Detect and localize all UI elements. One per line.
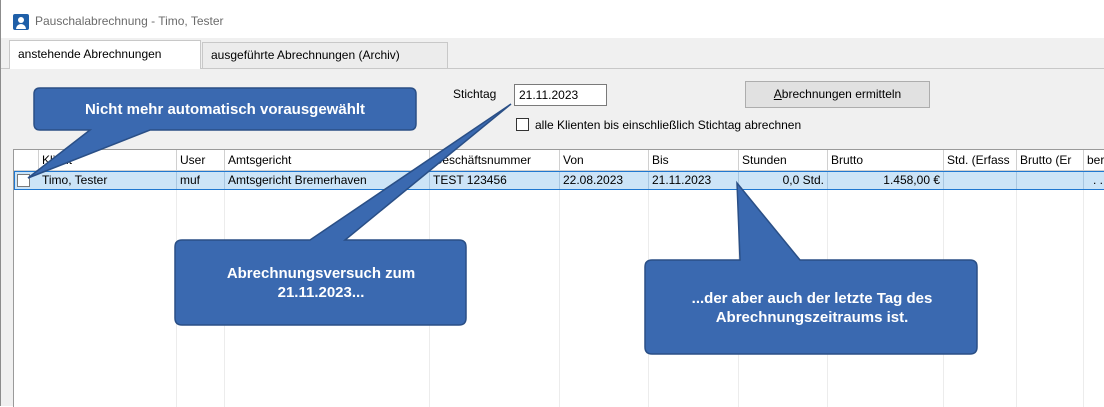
stichtag-input[interactable] [514,84,607,106]
cell-amtsgericht: Amtsgericht Bremerhaven [225,172,430,189]
col-von[interactable]: Von [560,150,649,170]
grid-line [224,190,225,407]
col-brutto-erfasst[interactable]: Brutto (Er [1017,150,1084,170]
grid-line [176,190,177,407]
cell-brutto-erfasst [1017,172,1084,189]
billing-table: Klient User Amtsgericht Geschäftsnummer … [13,149,1104,407]
calc-button-mnemonic: A [773,87,782,101]
stichtag-label: Stichtag [453,87,497,101]
cell-klient: Timo, Tester [39,172,177,189]
app-window: Pauschalabrechnung - Timo, Tester ansteh… [0,0,1104,407]
col-klient[interactable]: Klient [39,150,177,170]
user-icon [13,14,29,30]
table-header: Klient User Amtsgericht Geschäftsnummer … [14,150,1104,171]
calc-button-label: brechnungen ermitteln [781,87,902,101]
col-bis[interactable]: Bis [649,150,739,170]
cell-von: 22.08.2023 [560,172,649,189]
grid-line [429,190,430,407]
grid-line [1083,190,1084,407]
cell-bis: 21.11.2023 [649,172,739,189]
tab-archive[interactable]: ausgeführte Abrechnungen (Archiv) [202,42,448,68]
col-user[interactable]: User [177,150,225,170]
grid-line [1016,190,1017,407]
col-stunden[interactable]: Stunden [739,150,828,170]
col-brutto[interactable]: Brutto [828,150,944,170]
col-geschaeftsnummer[interactable]: Geschäftsnummer [430,150,560,170]
cell-stunden: 0,0 Std. [739,172,828,189]
grid-line [943,190,944,407]
cell-berechnung: . . [1084,172,1104,189]
row-checkbox[interactable] [17,174,30,187]
title-bar: Pauschalabrechnung - Timo, Tester [1,0,1104,38]
calc-button[interactable]: Abrechnungen ermitteln [745,81,930,108]
grid-line [559,190,560,407]
cell-geschaeftsnummer: TEST 123456 [430,172,560,189]
table-row[interactable]: Timo, Tester muf Amtsgericht Bremerhaven… [14,171,1104,190]
tab-bar: anstehende Abrechnungen ausgeführte Abre… [1,38,1104,69]
grid-line [648,190,649,407]
cell-brutto: 1.458,00 € [828,172,944,189]
all-clients-label: alle Klienten bis einschließlich Stichta… [535,118,802,132]
col-amtsgericht[interactable]: Amtsgericht [225,150,430,170]
col-std-erfasst[interactable]: Std. (Erfass [944,150,1017,170]
cell-user: muf [177,172,225,189]
all-clients-checkbox[interactable] [516,118,529,131]
tab-pending[interactable]: anstehende Abrechnungen [9,40,201,69]
cell-std-erfasst [944,172,1017,189]
col-check [14,150,39,170]
grid-line [827,190,828,407]
col-berechnung[interactable]: bere [1084,150,1104,170]
grid-line [738,190,739,407]
window-title: Pauschalabrechnung - Timo, Tester [35,14,224,28]
